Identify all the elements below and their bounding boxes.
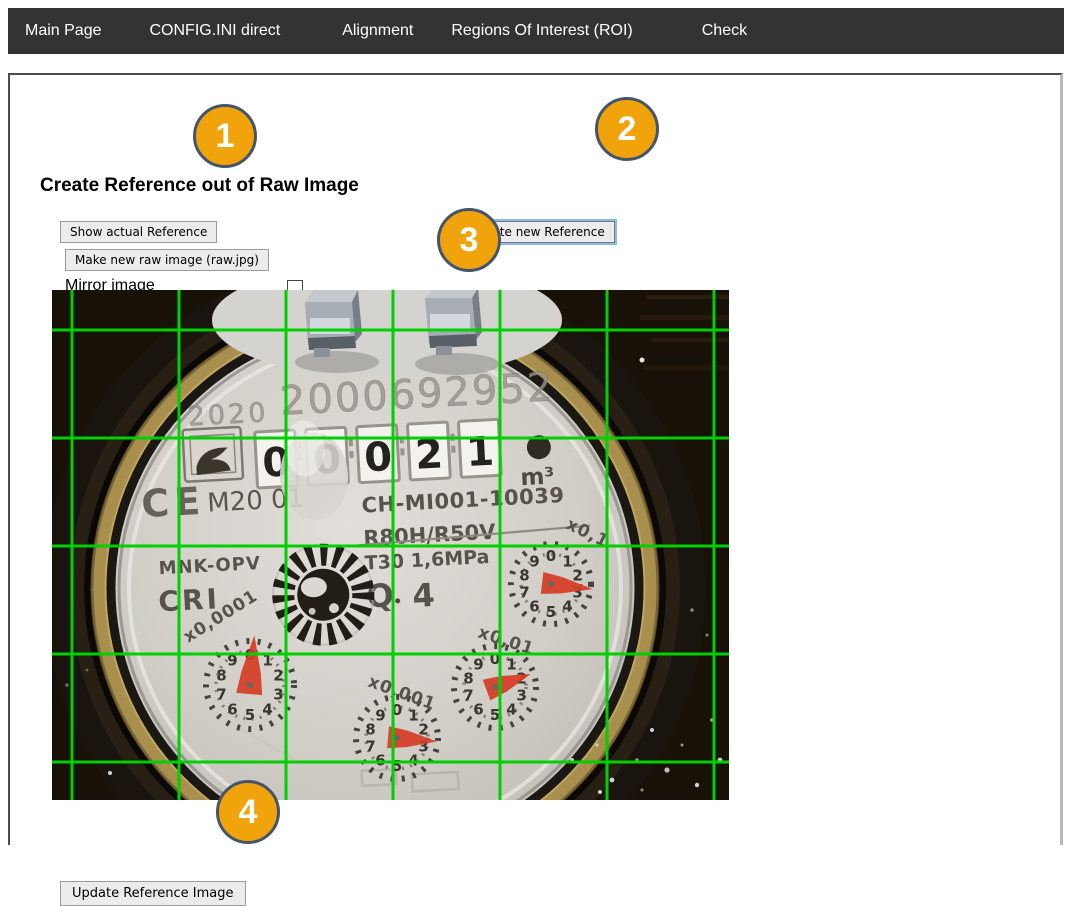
svg-text:8: 8 bbox=[519, 566, 529, 584]
svg-text:7: 7 bbox=[519, 584, 529, 602]
svg-text:8: 8 bbox=[216, 667, 226, 685]
svg-text:3: 3 bbox=[273, 685, 283, 703]
show-actual-reference-button[interactable]: Show actual Reference bbox=[60, 221, 217, 243]
annotation-circle-3: 3 bbox=[437, 208, 501, 272]
annotation-circle-2: 2 bbox=[595, 97, 659, 161]
nav-item-main-page[interactable]: Main Page bbox=[25, 22, 102, 40]
reference-image: 2020 2000692952 0 0 0 2 1 m³ CE bbox=[52, 290, 729, 800]
svg-text:7: 7 bbox=[365, 738, 375, 756]
flow-value: 4 bbox=[411, 576, 435, 615]
svg-text:3: 3 bbox=[516, 687, 526, 705]
ce-mark: CE bbox=[140, 479, 206, 526]
clip-right bbox=[425, 290, 482, 355]
annotation-circle-4: 4 bbox=[216, 780, 280, 844]
svg-text:6: 6 bbox=[529, 598, 539, 616]
svg-text:4: 4 bbox=[506, 701, 516, 719]
svg-text:2: 2 bbox=[572, 566, 582, 584]
svg-text:9: 9 bbox=[473, 655, 483, 673]
nav-item-check[interactable]: Check bbox=[702, 22, 747, 40]
svg-text:9: 9 bbox=[375, 706, 385, 724]
clip-left bbox=[305, 290, 362, 357]
odometer-digit: 1 bbox=[465, 429, 495, 476]
svg-text:4: 4 bbox=[562, 598, 572, 616]
top-navbar: Main Page CONFIG.INI direct Alignment Re… bbox=[8, 8, 1064, 54]
nav-item-alignment[interactable]: Alignment bbox=[342, 22, 413, 40]
svg-text:5: 5 bbox=[546, 603, 556, 621]
svg-text:7: 7 bbox=[463, 687, 473, 705]
svg-text:4: 4 bbox=[262, 700, 272, 718]
svg-text:1: 1 bbox=[506, 655, 516, 673]
svg-text:0: 0 bbox=[546, 547, 556, 565]
odometer-digit: 0 bbox=[363, 434, 393, 481]
svg-text:8: 8 bbox=[365, 720, 375, 738]
svg-text:9: 9 bbox=[529, 552, 539, 570]
nav-item-roi[interactable]: Regions Of Interest (ROI) bbox=[451, 22, 632, 40]
nav-item-config-ini[interactable]: CONFIG.INI direct bbox=[150, 22, 281, 40]
svg-text:2: 2 bbox=[273, 667, 283, 685]
page-title: Create Reference out of Raw Image bbox=[40, 175, 359, 197]
update-reference-image-button[interactable]: Update Reference Image bbox=[60, 881, 246, 906]
annotation-circle-1: 1 bbox=[193, 104, 257, 168]
svg-text:8: 8 bbox=[463, 669, 473, 687]
meter-logo-box bbox=[182, 427, 243, 482]
svg-text:6: 6 bbox=[473, 701, 483, 719]
svg-text:6: 6 bbox=[227, 700, 237, 718]
make-new-raw-image-button[interactable]: Make new raw image (raw.jpg) bbox=[65, 249, 269, 271]
svg-text:7: 7 bbox=[216, 685, 226, 703]
svg-text:1: 1 bbox=[562, 552, 572, 570]
svg-text:5: 5 bbox=[245, 706, 255, 724]
